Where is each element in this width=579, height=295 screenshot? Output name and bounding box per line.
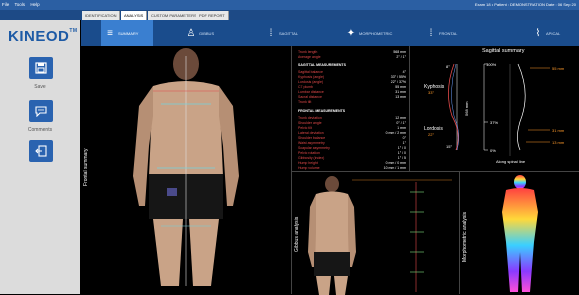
tab-custom-parameters[interactable]: CUSTOM PARAMETERS [148, 11, 201, 20]
pct-top: 100% [486, 62, 497, 67]
save-icon [35, 62, 47, 74]
morpho-icon: ✦ [346, 27, 356, 39]
subtab-summary[interactable]: ≡ SUMMARY [101, 20, 153, 46]
measure-row: Trunk length 568 mm [298, 50, 406, 54]
body-icon: ♙ [186, 27, 196, 39]
subtab-sagittal[interactable]: ⁞ SAGITTAL [266, 20, 326, 46]
analysis-subtabs: ≡ SUMMARY ♙ GIBBUS ⁞ SAGITTAL ✦ MORPHOMETRIC… [81, 20, 579, 46]
sacral-distance: 13 mm [552, 140, 565, 145]
summary-icon: ≡ [107, 27, 113, 39]
sagittal-summary-pane: Sagittal summary 8° Kyphosis 33° Lordosi… [410, 46, 579, 171]
menu-help[interactable]: Help [28, 0, 41, 10]
c7-distance: 55 mm [552, 66, 565, 71]
measure-row: Hump volume 10 mm / 1 mm [298, 166, 406, 170]
morphometric-heatmap [502, 175, 538, 292]
measure-row: Lateral deviation 0 mm / 2 mm [298, 131, 406, 135]
measure-row: C7 plumb 55 mm [298, 85, 406, 89]
comments-label: Comments [27, 127, 53, 133]
measure-row: Sacral distance 13 mm [298, 95, 406, 99]
tab-analysis[interactable]: ANALYSIS [121, 11, 148, 20]
measure-row: Scapular asymmetry 1° / 0 [298, 146, 406, 150]
frontal-icon: ⁞ [429, 27, 433, 39]
tab-row: IDENTIFICATION ANALYSIS CUSTOM PARAMETER… [0, 10, 579, 20]
trunk-length: 568 mm [464, 101, 469, 116]
apical-icon: ⌇ [535, 27, 541, 39]
measure-row: Hump height 0 mm / 0 mm [298, 161, 406, 165]
exit-icon [35, 145, 47, 157]
measure-row: Pelvic rotation 1° / 0 [298, 151, 406, 155]
measure-row: Shoulder balance 0° [298, 136, 406, 140]
lumbar-distance: 31 mm [552, 128, 565, 133]
measurements-panel: Trunk length 568 mm Average angle 2° / 1° … [292, 46, 410, 171]
subtab-apical[interactable]: ⌇ APICAL [533, 20, 578, 46]
gibbus-analysis-pane: Gibbus analysis [292, 171, 460, 295]
measure-row: Trunk deviation 12 mm [298, 116, 406, 120]
subtab-gibbus[interactable]: ♙ GIBBUS [186, 20, 246, 46]
measure-row: Kyphosis (angle) 33° / 55% [298, 75, 406, 79]
subtab-morphometric[interactable]: ✦ MORPHOMETRIC [346, 20, 421, 46]
menubar: File Tools Help Exam 18 • Patient : DEMO… [0, 0, 579, 10]
exit-button[interactable] [29, 140, 53, 162]
menu-tools[interactable]: Tools [13, 0, 28, 10]
kineod-logo: KINEODTM [8, 28, 78, 45]
frontal-header: FRONTAL MEASUREMENTS [298, 109, 346, 113]
pct-bottom: 0% [490, 148, 496, 153]
save-label: Save [34, 84, 46, 90]
subtab-frontal[interactable]: ⁞ FRONTAL [426, 20, 486, 46]
comments-icon [35, 106, 47, 117]
measure-row: Gibbosity (index) 1° / 5 [298, 156, 406, 160]
measure-row: Average angle 2° / 1° [298, 55, 406, 59]
frontal-summary-pane: Frontal summary [81, 46, 292, 294]
measure-row: Shoulder angle 0° / 1° [298, 121, 406, 125]
tab-pdf-report[interactable]: PDF REPORT [196, 11, 229, 20]
comments-button[interactable] [29, 100, 53, 122]
tab-identification[interactable]: IDENTIFICATION [82, 11, 121, 20]
measure-row: Trunk tilt [298, 100, 312, 104]
kyphosis-value: 33° [428, 90, 435, 95]
measure-row: Waist asymmetry 1° [298, 141, 406, 145]
sidebar: KINEODTM Save Comments [0, 20, 80, 294]
spine-icon: ⁞ [269, 27, 273, 39]
measure-row: Pelvic tilt 1 mm [298, 126, 406, 130]
morphometric-analysis-pane: Morphometric analysis [460, 171, 579, 294]
measure-row: Lumbar distance 31 mm [298, 90, 406, 94]
menu-file[interactable]: File [0, 0, 11, 10]
bottom-angle: 15° [446, 144, 453, 149]
gibbus-view [308, 176, 452, 295]
measure-row: Sagittal balance 4° [298, 70, 406, 74]
pct-mid: 37% [490, 120, 499, 125]
save-button[interactable] [29, 57, 53, 79]
measure-row: Lordosis (angle) 22° / 37% [298, 80, 406, 84]
lordosis-value: 22° [428, 132, 435, 137]
back-photo [133, 48, 239, 286]
patient-status: Exam 18 • Patient : DEMONSTRATION Date :… [474, 2, 576, 7]
sagittal-header: SAGITTAL MEASUREMENTS [298, 63, 346, 67]
axis-label: Along spinal line [496, 159, 526, 164]
top-angle: 8° [446, 64, 450, 69]
